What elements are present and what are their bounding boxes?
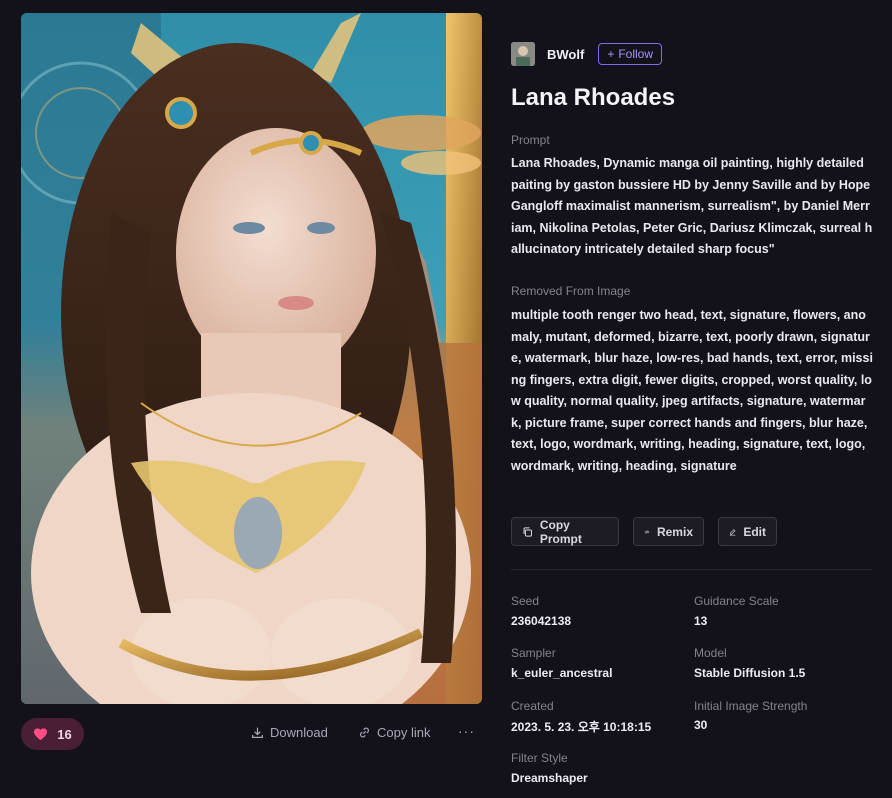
download-button[interactable]: Download <box>251 725 328 740</box>
prompt-label: Prompt <box>511 133 550 147</box>
copy-link-label: Copy link <box>377 725 431 740</box>
download-label: Download <box>270 725 328 740</box>
remix-icon <box>644 529 650 534</box>
remix-button[interactable]: Remix <box>633 517 704 546</box>
strength-label: Initial Image Strength <box>694 699 808 713</box>
sampler-label: Sampler <box>511 646 556 660</box>
copy-link-button[interactable]: Copy link <box>358 725 430 740</box>
avatar[interactable] <box>511 42 535 66</box>
prompt-text: Lana Rhoades, Dynamic manga oil painting… <box>511 156 873 256</box>
author-row: BWolf + Follow <box>511 42 663 66</box>
removed-text: multiple tooth renger two head, text, si… <box>511 308 873 473</box>
plus-icon: + <box>607 47 615 61</box>
seed-value: 236042138 <box>511 614 572 628</box>
edit-label: Edit <box>743 524 766 539</box>
seed-label: Seed <box>511 594 540 608</box>
generated-image[interactable] <box>21 13 482 704</box>
divider <box>511 569 872 570</box>
author-name[interactable]: BWolf <box>547 47 584 62</box>
copy-icon <box>523 526 533 537</box>
avatar-image <box>511 42 535 66</box>
guidance-label: Guidance Scale <box>694 594 779 608</box>
link-icon <box>360 727 369 738</box>
more-icon[interactable]: ··· <box>458 723 475 739</box>
like-count: 16 <box>57 726 72 742</box>
model-label: Model <box>694 646 727 660</box>
filter-label: Filter Style <box>511 751 568 765</box>
strength-value: 30 <box>694 718 708 732</box>
created-value: 2023. 5. 23. 오후 10:18:15 <box>511 720 652 734</box>
like-button[interactable]: 16 <box>21 718 84 750</box>
copy-prompt-button[interactable]: Copy Prompt <box>511 517 619 546</box>
removed-label: Removed From Image <box>511 284 631 298</box>
copy-prompt-label: Copy Prompt <box>539 517 582 546</box>
filter-value: Dreamshaper <box>511 771 588 785</box>
page-title: Lana Rhoades <box>511 84 676 111</box>
download-icon <box>252 727 263 738</box>
model-value: Stable Diffusion 1.5 <box>694 666 806 680</box>
sampler-value: k_euler_ancestral <box>511 666 613 680</box>
artwork-illustration <box>21 13 482 704</box>
follow-button[interactable]: + Follow <box>598 43 663 65</box>
guidance-value: 13 <box>694 614 708 628</box>
edit-icon <box>729 528 736 536</box>
created-label: Created <box>511 699 554 713</box>
remix-label: Remix <box>656 524 693 539</box>
follow-label: Follow <box>618 47 654 61</box>
heart-icon <box>34 728 48 741</box>
edit-button[interactable]: Edit <box>718 517 777 546</box>
